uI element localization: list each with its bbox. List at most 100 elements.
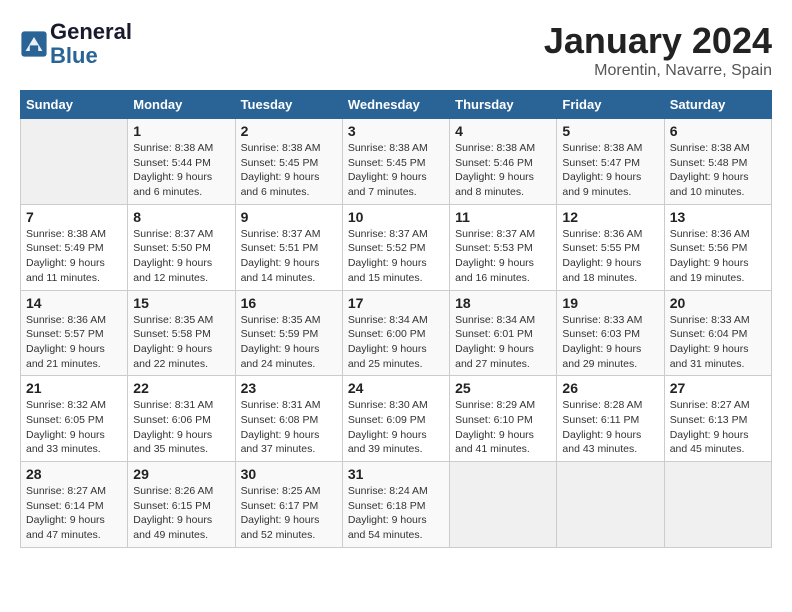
calendar-cell: 1 Sunrise: 8:38 AM Sunset: 5:44 PM Daylig…: [128, 119, 235, 205]
calendar-cell: 11 Sunrise: 8:37 AM Sunset: 5:53 PM Dayli…: [450, 204, 557, 290]
calendar-cell: 13Sunrise: 8:36 AM Sunset: 5:56 PM Dayli…: [664, 204, 771, 290]
day-number: 18: [455, 295, 551, 311]
day-number: 27: [670, 380, 766, 396]
day-info: Sunrise: 8:31 AM Sunset: 6:08 PM Dayligh…: [241, 398, 337, 457]
weekday-header-wednesday: Wednesday: [342, 91, 449, 119]
weekday-header-row: SundayMondayTuesdayWednesdayThursdayFrid…: [21, 91, 772, 119]
day-info: Sunrise: 8:34 AM Sunset: 6:00 PM Dayligh…: [348, 313, 444, 372]
calendar-week-row: 1 Sunrise: 8:38 AM Sunset: 5:44 PM Daylig…: [21, 119, 772, 205]
day-info: Sunrise: 8:27 AM Sunset: 6:14 PM Dayligh…: [26, 484, 122, 543]
calendar-cell: [21, 119, 128, 205]
day-number: 26: [562, 380, 658, 396]
calendar-cell: 29 Sunrise: 8:26 AM Sunset: 6:15 PM Dayli…: [128, 462, 235, 548]
logo-line1: General: [50, 20, 132, 44]
day-number: 29: [133, 466, 229, 482]
day-info: Sunrise: 8:37 AM Sunset: 5:52 PM Dayligh…: [348, 227, 444, 286]
day-info: Sunrise: 8:37 AM Sunset: 5:50 PM Dayligh…: [133, 227, 229, 286]
day-number: 17: [348, 295, 444, 311]
day-number: 25: [455, 380, 551, 396]
calendar-cell: 14 Sunrise: 8:36 AM Sunset: 5:57 PM Dayli…: [21, 290, 128, 376]
day-info: Sunrise: 8:38 AM Sunset: 5:48 PM Dayligh…: [670, 141, 766, 200]
calendar-cell: 28 Sunrise: 8:27 AM Sunset: 6:14 PM Dayli…: [21, 462, 128, 548]
day-info: Sunrise: 8:37 AM Sunset: 5:53 PM Dayligh…: [455, 227, 551, 286]
calendar-cell: 16Sunrise: 8:35 AM Sunset: 5:59 PM Dayli…: [235, 290, 342, 376]
day-number: 15: [133, 295, 229, 311]
day-info: Sunrise: 8:24 AM Sunset: 6:18 PM Dayligh…: [348, 484, 444, 543]
day-info: Sunrise: 8:28 AM Sunset: 6:11 PM Dayligh…: [562, 398, 658, 457]
day-number: 16: [241, 295, 337, 311]
day-number: 23: [241, 380, 337, 396]
day-info: Sunrise: 8:36 AM Sunset: 5:56 PM Dayligh…: [670, 227, 766, 286]
day-number: 1: [133, 123, 229, 139]
day-number: 21: [26, 380, 122, 396]
day-info: Sunrise: 8:33 AM Sunset: 6:03 PM Dayligh…: [562, 313, 658, 372]
calendar-table: SundayMondayTuesdayWednesdayThursdayFrid…: [20, 90, 772, 548]
day-info: Sunrise: 8:38 AM Sunset: 5:47 PM Dayligh…: [562, 141, 658, 200]
day-number: 31: [348, 466, 444, 482]
day-number: 3: [348, 123, 444, 139]
calendar-cell: 22Sunrise: 8:31 AM Sunset: 6:06 PM Dayli…: [128, 376, 235, 462]
day-info: Sunrise: 8:37 AM Sunset: 5:51 PM Dayligh…: [241, 227, 337, 286]
calendar-cell: 25 Sunrise: 8:29 AM Sunset: 6:10 PM Dayli…: [450, 376, 557, 462]
day-number: 30: [241, 466, 337, 482]
day-number: 2: [241, 123, 337, 139]
weekday-header-friday: Friday: [557, 91, 664, 119]
day-number: 9: [241, 209, 337, 225]
day-info: Sunrise: 8:29 AM Sunset: 6:10 PM Dayligh…: [455, 398, 551, 457]
calendar-cell: 18 Sunrise: 8:34 AM Sunset: 6:01 PM Dayli…: [450, 290, 557, 376]
calendar-cell: 31 Sunrise: 8:24 AM Sunset: 6:18 PM Dayli…: [342, 462, 449, 548]
day-info: Sunrise: 8:38 AM Sunset: 5:45 PM Dayligh…: [348, 141, 444, 200]
weekday-header-thursday: Thursday: [450, 91, 557, 119]
calendar-cell: 19Sunrise: 8:33 AM Sunset: 6:03 PM Dayli…: [557, 290, 664, 376]
day-info: Sunrise: 8:36 AM Sunset: 5:55 PM Dayligh…: [562, 227, 658, 286]
day-info: Sunrise: 8:36 AM Sunset: 5:57 PM Dayligh…: [26, 313, 122, 372]
day-info: Sunrise: 8:33 AM Sunset: 6:04 PM Dayligh…: [670, 313, 766, 372]
day-number: 11: [455, 209, 551, 225]
logo: General Blue: [20, 20, 132, 68]
calendar-week-row: 21 Sunrise: 8:32 AM Sunset: 6:05 PM Dayli…: [21, 376, 772, 462]
day-info: Sunrise: 8:35 AM Sunset: 5:58 PM Dayligh…: [133, 313, 229, 372]
calendar-week-row: 28 Sunrise: 8:27 AM Sunset: 6:14 PM Dayli…: [21, 462, 772, 548]
calendar-cell: 23 Sunrise: 8:31 AM Sunset: 6:08 PM Dayli…: [235, 376, 342, 462]
day-number: 6: [670, 123, 766, 139]
day-info: Sunrise: 8:38 AM Sunset: 5:46 PM Dayligh…: [455, 141, 551, 200]
month-title: January 2024: [544, 20, 772, 62]
day-info: Sunrise: 8:27 AM Sunset: 6:13 PM Dayligh…: [670, 398, 766, 457]
calendar-cell: 12 Sunrise: 8:36 AM Sunset: 5:55 PM Dayli…: [557, 204, 664, 290]
day-info: Sunrise: 8:31 AM Sunset: 6:06 PM Dayligh…: [133, 398, 229, 457]
calendar-cell: 5 Sunrise: 8:38 AM Sunset: 5:47 PM Daylig…: [557, 119, 664, 205]
calendar-cell: 27 Sunrise: 8:27 AM Sunset: 6:13 PM Dayli…: [664, 376, 771, 462]
day-info: Sunrise: 8:38 AM Sunset: 5:49 PM Dayligh…: [26, 227, 122, 286]
day-number: 10: [348, 209, 444, 225]
day-info: Sunrise: 8:38 AM Sunset: 5:44 PM Dayligh…: [133, 141, 229, 200]
day-number: 5: [562, 123, 658, 139]
calendar-cell: 8 Sunrise: 8:37 AM Sunset: 5:50 PM Daylig…: [128, 204, 235, 290]
calendar-cell: [450, 462, 557, 548]
day-number: 8: [133, 209, 229, 225]
calendar-cell: 26 Sunrise: 8:28 AM Sunset: 6:11 PM Dayli…: [557, 376, 664, 462]
location-title: Morentin, Navarre, Spain: [544, 62, 772, 80]
day-info: Sunrise: 8:34 AM Sunset: 6:01 PM Dayligh…: [455, 313, 551, 372]
calendar-cell: 30Sunrise: 8:25 AM Sunset: 6:17 PM Dayli…: [235, 462, 342, 548]
logo-icon: [20, 30, 48, 58]
day-number: 12: [562, 209, 658, 225]
calendar-week-row: 14 Sunrise: 8:36 AM Sunset: 5:57 PM Dayli…: [21, 290, 772, 376]
weekday-header-sunday: Sunday: [21, 91, 128, 119]
day-number: 14: [26, 295, 122, 311]
calendar-week-row: 7 Sunrise: 8:38 AM Sunset: 5:49 PM Daylig…: [21, 204, 772, 290]
calendar-cell: [664, 462, 771, 548]
title-block: January 2024 Morentin, Navarre, Spain: [544, 20, 772, 80]
calendar-cell: 9 Sunrise: 8:37 AM Sunset: 5:51 PM Daylig…: [235, 204, 342, 290]
day-info: Sunrise: 8:38 AM Sunset: 5:45 PM Dayligh…: [241, 141, 337, 200]
calendar-cell: 21 Sunrise: 8:32 AM Sunset: 6:05 PM Dayli…: [21, 376, 128, 462]
day-info: Sunrise: 8:30 AM Sunset: 6:09 PM Dayligh…: [348, 398, 444, 457]
day-number: 28: [26, 466, 122, 482]
day-number: 4: [455, 123, 551, 139]
calendar-cell: [557, 462, 664, 548]
day-info: Sunrise: 8:32 AM Sunset: 6:05 PM Dayligh…: [26, 398, 122, 457]
weekday-header-tuesday: Tuesday: [235, 91, 342, 119]
weekday-header-saturday: Saturday: [664, 91, 771, 119]
day-number: 7: [26, 209, 122, 225]
logo-line2: Blue: [50, 44, 132, 68]
day-info: Sunrise: 8:26 AM Sunset: 6:15 PM Dayligh…: [133, 484, 229, 543]
